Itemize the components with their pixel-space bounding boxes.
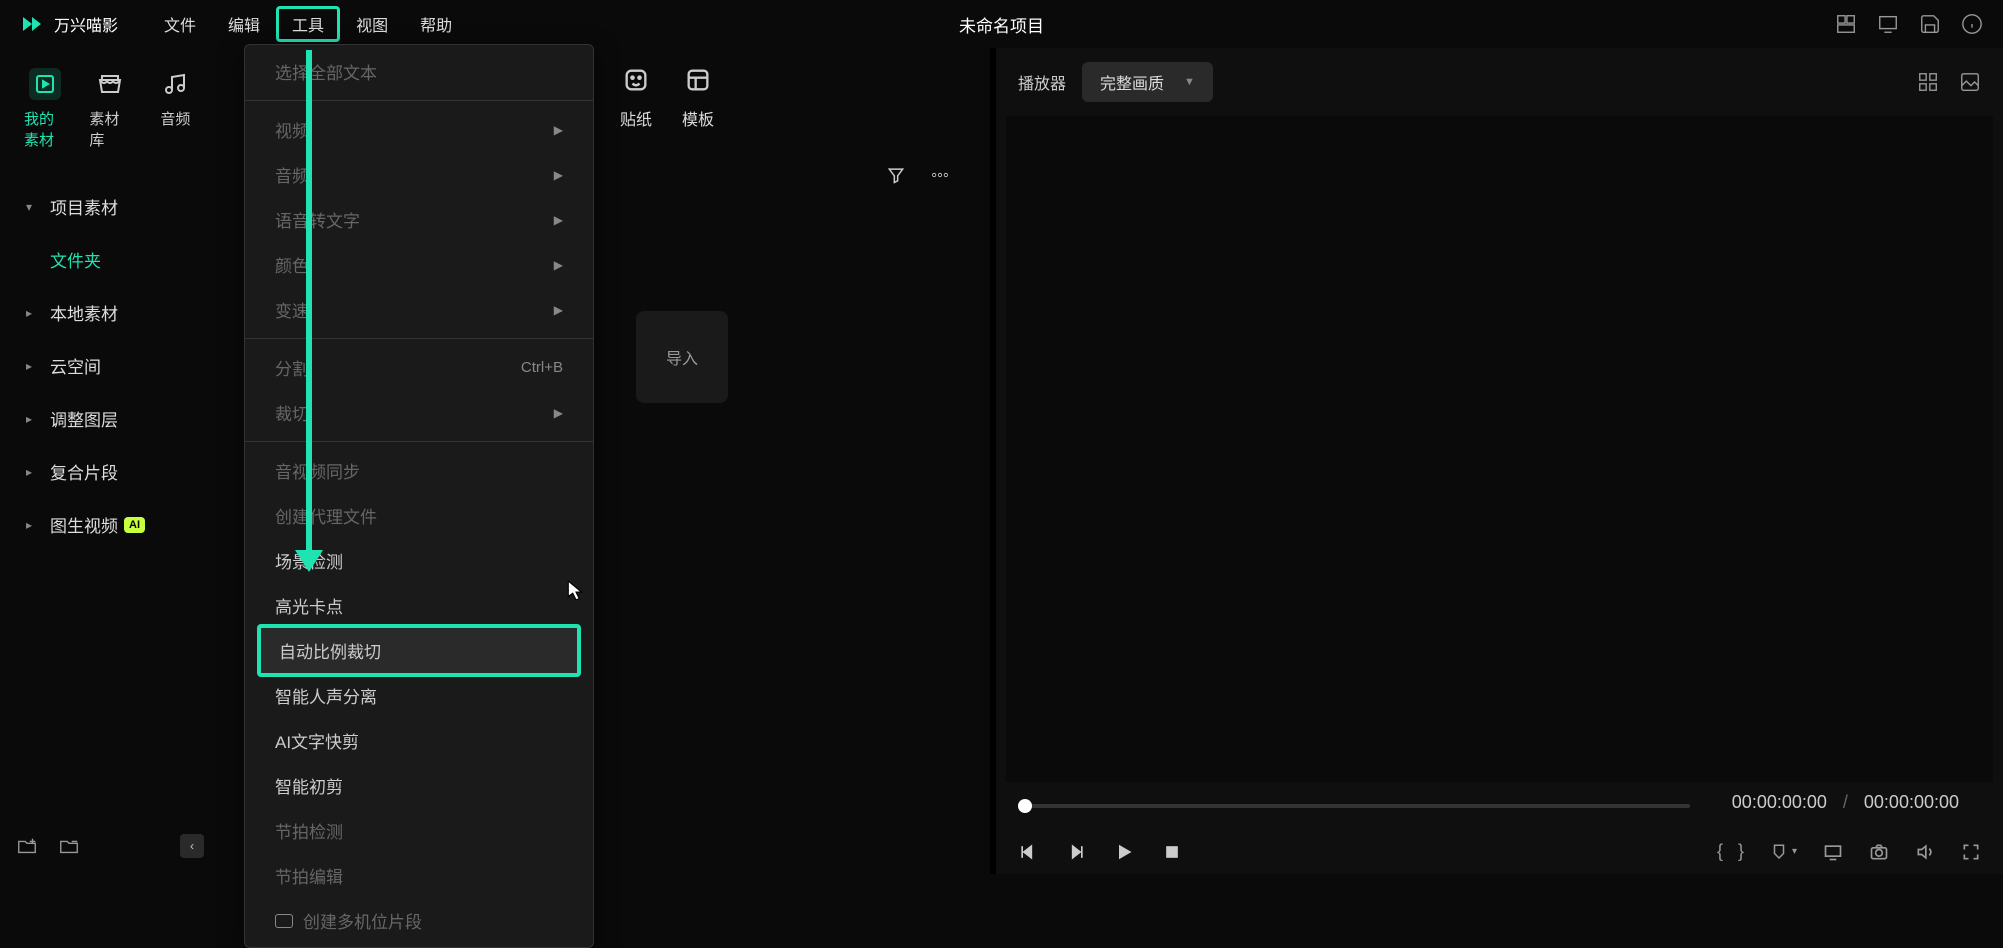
layout-icon[interactable] bbox=[1835, 13, 1857, 35]
prev-frame-icon[interactable] bbox=[1018, 842, 1038, 862]
music-icon bbox=[159, 68, 191, 100]
highlighted-menu-item: 自动比例裁切 bbox=[257, 624, 581, 677]
menu-item-音频: 音频▶ bbox=[245, 152, 593, 197]
marker-icon[interactable]: ▾ bbox=[1770, 843, 1797, 861]
grid-view-icon[interactable] bbox=[1917, 71, 1939, 93]
info-icon[interactable] bbox=[1961, 13, 1983, 35]
time-current: 00:00:00:00 bbox=[1732, 792, 1827, 813]
left-sidebar: 我的素材 素材库 音频 ▾项目素材 文件夹 ▸本地素材 ▸云空间 ▸调整图层 ▸… bbox=[0, 48, 220, 874]
filter-icon[interactable] bbox=[886, 165, 906, 185]
quality-select[interactable]: 完整画质 ▼ bbox=[1082, 62, 1213, 102]
new-folder-icon[interactable] bbox=[16, 835, 38, 857]
time-total: 00:00:00:00 bbox=[1864, 792, 1959, 813]
chevron-left-icon: ‹ bbox=[190, 839, 194, 853]
menu-item-智能初剪[interactable]: 智能初剪 bbox=[245, 763, 593, 808]
menu-item-创建代理文件: 创建代理文件 bbox=[245, 493, 593, 538]
monitor-icon[interactable] bbox=[1877, 13, 1899, 35]
tools-dropdown: 选择全部文本视频▶音频▶语音转文字▶颜色▶变速▶ 分割Ctrl+B裁切▶ 音视频同步… bbox=[244, 44, 594, 948]
tab-my-media[interactable]: 我的素材 bbox=[16, 58, 73, 160]
menu-item-选择全部文本: 选择全部文本 bbox=[245, 49, 593, 94]
player-panel: 播放器 完整画质 ▼ 00:00:00:00 / 00:00:00:00 bbox=[990, 48, 2003, 874]
app-logo-icon bbox=[20, 12, 44, 36]
menu-item-裁切: 裁切▶ bbox=[245, 390, 593, 435]
volume-icon[interactable] bbox=[1915, 842, 1935, 862]
next-frame-icon[interactable] bbox=[1066, 842, 1086, 862]
chevron-right-icon: ▸ bbox=[26, 518, 36, 532]
menu-tools[interactable]: 工具 bbox=[276, 6, 340, 42]
template-icon bbox=[682, 64, 714, 96]
snapshot-icon[interactable] bbox=[1869, 842, 1889, 862]
menu-item-创建多机位片段: 创建多机位片段 bbox=[245, 898, 593, 943]
chevron-right-icon: ▸ bbox=[26, 306, 36, 320]
menu-edit[interactable]: 编辑 bbox=[212, 6, 276, 42]
menu-item-场景检测[interactable]: 场景检测 bbox=[245, 538, 593, 583]
menu-item-高光卡点[interactable]: 高光卡点 bbox=[245, 583, 593, 628]
sidebar-cloud[interactable]: ▸云空间 bbox=[8, 339, 212, 392]
menu-item-节拍检测: 节拍检测 bbox=[245, 808, 593, 853]
sidebar-project-media[interactable]: ▾项目素材 bbox=[8, 180, 212, 233]
chevron-right-icon: ▸ bbox=[26, 465, 36, 479]
save-icon[interactable] bbox=[1919, 13, 1941, 35]
project-title: 未命名项目 bbox=[959, 12, 1044, 37]
chevron-right-icon: ▸ bbox=[26, 412, 36, 426]
braces-icon[interactable]: { } bbox=[1717, 841, 1744, 862]
ai-badge: AI bbox=[124, 517, 145, 533]
sidebar-folder[interactable]: 文件夹 bbox=[8, 233, 212, 286]
progress-thumb[interactable] bbox=[1018, 799, 1032, 813]
menu-item-分割: 分割Ctrl+B bbox=[245, 345, 593, 390]
tab-audio[interactable]: 音频 bbox=[147, 58, 204, 160]
display-icon[interactable] bbox=[1823, 842, 1843, 862]
sidebar-local-media[interactable]: ▸本地素材 bbox=[8, 286, 212, 339]
progress-bar[interactable] bbox=[1018, 804, 1690, 808]
sidebar-adjustment-layer[interactable]: ▸调整图层 bbox=[8, 392, 212, 445]
sticker-icon bbox=[620, 64, 652, 96]
menu-help[interactable]: 帮助 bbox=[404, 6, 468, 42]
chevron-down-icon: ▾ bbox=[26, 200, 36, 214]
image-icon[interactable] bbox=[1959, 71, 1981, 93]
fullscreen-icon[interactable] bbox=[1961, 842, 1981, 862]
sidebar-image-to-video[interactable]: ▸图生视频AI bbox=[8, 498, 212, 551]
menu-file[interactable]: 文件 bbox=[148, 6, 212, 42]
tab-templates[interactable]: 模板 bbox=[682, 64, 714, 130]
time-separator: / bbox=[1843, 792, 1848, 813]
menu-item-自动比例裁切[interactable]: 自动比例裁切 bbox=[261, 628, 577, 673]
tab-stickers[interactable]: 贴纸 bbox=[620, 64, 652, 130]
play-icon[interactable] bbox=[1114, 842, 1134, 862]
app-name: 万兴喵影 bbox=[54, 12, 118, 36]
menu-item-AI文字快剪[interactable]: AI文字快剪 bbox=[245, 718, 593, 763]
player-label: 播放器 bbox=[1018, 70, 1066, 94]
tab-stock-media[interactable]: 素材库 bbox=[81, 58, 138, 160]
folder-remove-icon[interactable] bbox=[58, 835, 80, 857]
menu-item-颜色: 颜色▶ bbox=[245, 242, 593, 287]
menu-item-智能人声分离[interactable]: 智能人声分离 bbox=[245, 673, 593, 718]
chevron-down-icon: ▼ bbox=[1184, 76, 1195, 88]
stop-icon[interactable] bbox=[1162, 842, 1182, 862]
collapse-sidebar-button[interactable]: ‹ bbox=[180, 834, 204, 858]
more-icon[interactable] bbox=[930, 165, 950, 185]
menu-item-节拍编辑: 节拍编辑 bbox=[245, 853, 593, 898]
media-icon bbox=[29, 68, 61, 100]
menu-item-视频: 视频▶ bbox=[245, 107, 593, 152]
chevron-right-icon: ▸ bbox=[26, 359, 36, 373]
menu-item-语音转文字: 语音转文字▶ bbox=[245, 197, 593, 242]
sidebar-compound-clip[interactable]: ▸复合片段 bbox=[8, 445, 212, 498]
menu-item-变速: 变速▶ bbox=[245, 287, 593, 332]
menu-view[interactable]: 视图 bbox=[340, 6, 404, 42]
video-viewport[interactable] bbox=[1006, 116, 1993, 782]
import-tile[interactable]: 导入 bbox=[636, 311, 728, 403]
menu-item-音视频同步: 音视频同步 bbox=[245, 448, 593, 493]
store-icon bbox=[94, 68, 126, 100]
top-menubar: 万兴喵影 文件 编辑 工具 视图 帮助 未命名项目 bbox=[0, 0, 2003, 48]
